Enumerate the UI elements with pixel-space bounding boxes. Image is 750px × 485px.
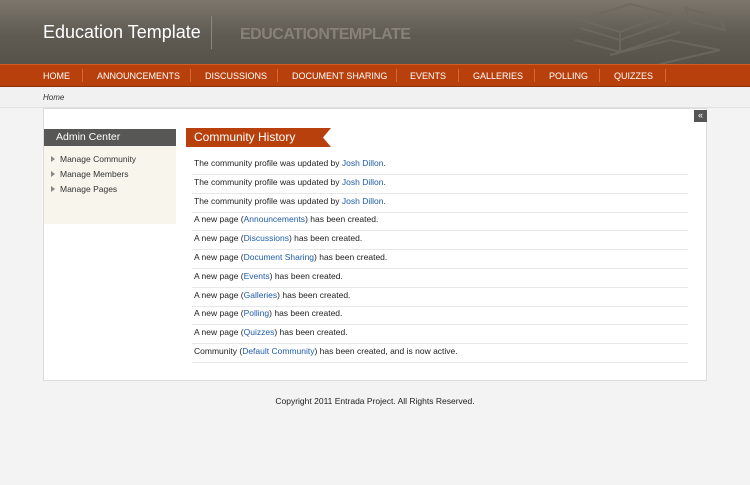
nav-divider [277, 69, 278, 82]
history-row: A new page (Discussions) has been create… [192, 231, 688, 250]
history-text: ) has been created. [314, 252, 388, 262]
nav-divider [665, 69, 666, 82]
history-text: ) has been created. [305, 214, 379, 224]
admin-item-manage-community[interactable]: Manage Community [51, 154, 136, 167]
history-text: . [383, 158, 386, 168]
community-history-heading: Community History [186, 128, 331, 147]
history-row: The community profile was updated by Jos… [192, 156, 688, 175]
history-link[interactable]: Document Sharing [244, 252, 314, 262]
history-text: . [383, 177, 386, 187]
books-icon [574, 2, 727, 64]
history-row: A new page (Galleries) has been created. [192, 288, 688, 307]
nav-item-announcements[interactable]: ANNOUNCEMENTS [97, 65, 180, 86]
nav-divider [82, 69, 83, 82]
breadcrumb: Home [0, 87, 750, 108]
history-link[interactable]: Josh Dillon [342, 177, 384, 187]
history-link[interactable]: Quizzes [244, 327, 275, 337]
history-text: ) has been created. [269, 271, 343, 281]
history-link[interactable]: Josh Dillon [342, 196, 384, 206]
history-text: The community profile was updated by [194, 177, 342, 187]
history-row: The community profile was updated by Jos… [192, 194, 688, 213]
history-link[interactable]: Events [244, 271, 270, 281]
nav-item-home[interactable]: HOME [43, 65, 70, 86]
history-text: A new page ( [194, 233, 244, 243]
history-text: The community profile was updated by [194, 196, 342, 206]
history-text: ) has been created. [269, 308, 343, 318]
community-history-title: Community History [194, 130, 296, 144]
history-text: The community profile was updated by [194, 158, 342, 168]
arrow-right-icon [51, 186, 55, 192]
header-stamp-text: EDUCATIONTEMPLATE [240, 26, 411, 43]
nav-divider [534, 69, 535, 82]
history-text: A new page ( [194, 214, 244, 224]
title-divider [211, 16, 212, 49]
nav-item-galleries[interactable]: GALLERIES [473, 65, 523, 86]
admin-item-manage-pages[interactable]: Manage Pages [51, 184, 117, 197]
history-row: A new page (Quizzes) has been created. [192, 325, 688, 344]
main-navigation: HOME ANNOUNCEMENTS DISCUSSIONS DOCUMENT … [0, 64, 750, 87]
footer-copyright: Copyright 2011 Entrada Project. All Righ… [275, 396, 475, 406]
site-header: Education Template EDUCATIONTEMPLATE [0, 0, 750, 64]
history-text: ) has been created. [288, 233, 363, 243]
history-link[interactable]: Default Community [242, 346, 314, 356]
arrow-right-icon [51, 171, 55, 177]
site-title[interactable]: Education Template [43, 22, 201, 43]
history-link[interactable]: Galleries [244, 290, 278, 300]
history-row: Community (Default Community) has been c… [192, 344, 688, 363]
history-link[interactable]: Discussions [244, 233, 289, 243]
history-text: ) has been created. [277, 290, 351, 300]
nav-divider [396, 69, 397, 82]
history-text: Community ( [194, 346, 243, 356]
collapse-sidebar-button[interactable]: « [694, 110, 707, 122]
admin-item-label: Manage Pages [60, 184, 118, 194]
nav-divider [190, 69, 191, 82]
history-link[interactable]: Polling [244, 308, 270, 318]
history-text: A new page ( [194, 327, 244, 337]
nav-item-discussions[interactable]: DISCUSSIONS [205, 65, 267, 86]
admin-center-title: Admin Center [44, 129, 176, 146]
nav-item-polling[interactable]: POLLING [549, 65, 588, 86]
admin-item-manage-members[interactable]: Manage Members [51, 169, 129, 182]
history-row: A new page (Events) has been created. [192, 269, 688, 288]
admin-item-label: Manage Community [60, 154, 137, 164]
history-link[interactable]: Josh Dillon [342, 158, 384, 168]
history-row: The community profile was updated by Jos… [192, 175, 688, 194]
history-text: A new page ( [194, 308, 244, 318]
nav-item-quizzes[interactable]: QUIZZES [614, 65, 653, 86]
arrow-right-icon [51, 156, 55, 162]
history-text: ) has been created. [274, 327, 348, 337]
history-text: ) has been created, and is now active. [314, 346, 458, 356]
double-chevron-left-icon: « [697, 110, 703, 120]
history-text: A new page ( [194, 290, 244, 300]
history-text: . [383, 196, 386, 206]
history-row: A new page (Announcements) has been crea… [192, 212, 688, 231]
nav-item-events[interactable]: EVENTS [410, 65, 446, 86]
history-row: A new page (Polling) has been created. [192, 306, 688, 325]
history-text: A new page ( [194, 271, 244, 281]
nav-divider [599, 69, 600, 82]
history-link[interactable]: Announcements [244, 214, 305, 224]
admin-center-box: Admin Center Manage Community Manage Mem… [44, 129, 176, 224]
history-text: A new page ( [194, 252, 244, 262]
breadcrumb-home[interactable]: Home [43, 93, 64, 102]
admin-item-label: Manage Members [60, 169, 129, 179]
nav-divider [458, 69, 459, 82]
nav-item-document-sharing[interactable]: DOCUMENT SHARING [292, 65, 387, 86]
history-row: A new page (Document Sharing) has been c… [192, 250, 688, 269]
